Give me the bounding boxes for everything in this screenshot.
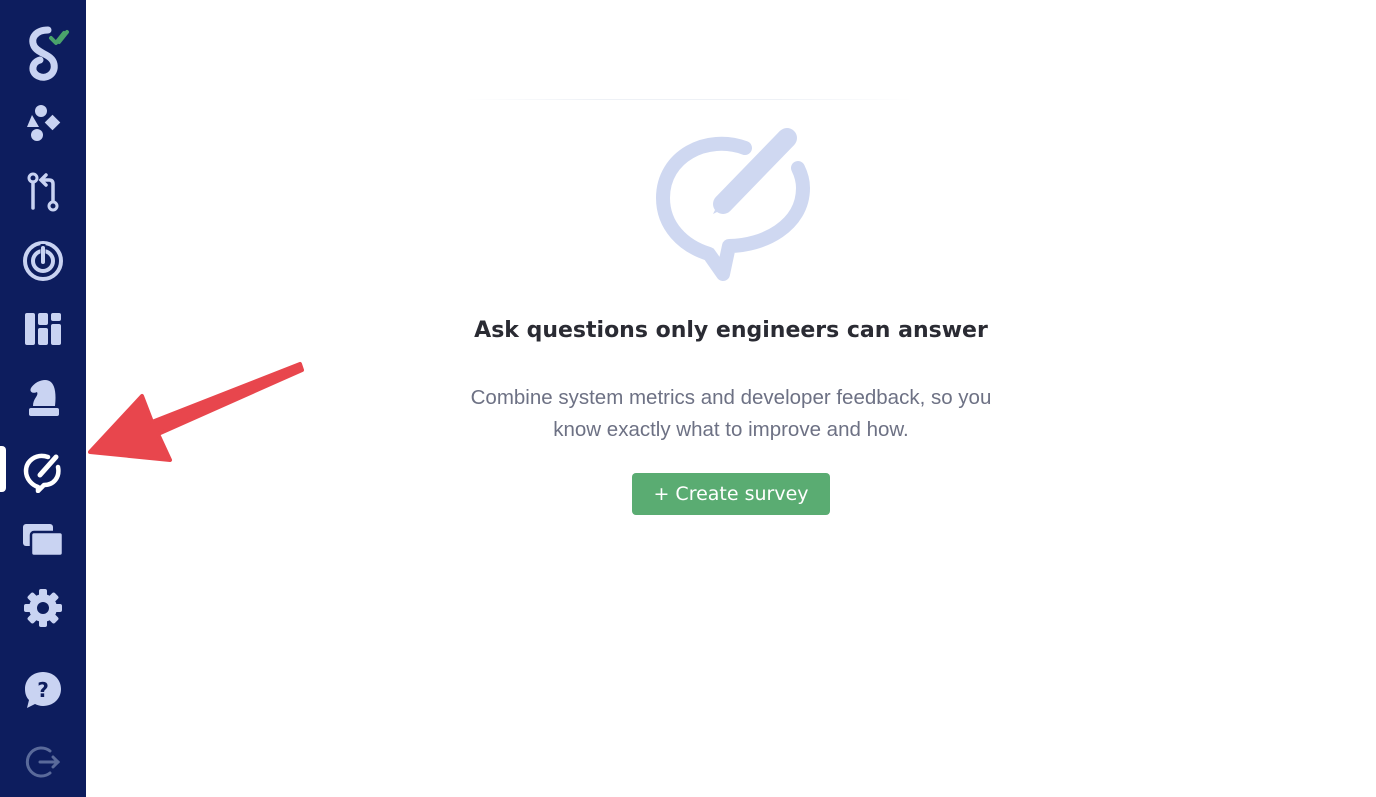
gear-icon — [24, 589, 62, 627]
app-root: ? Ask questions only engineers can answe… — [0, 0, 1376, 797]
sidebar-item-slides[interactable] — [0, 512, 86, 568]
help-icon: ? — [25, 672, 61, 708]
app-logo[interactable] — [18, 24, 76, 82]
survey-icon — [23, 453, 61, 493]
target-icon — [23, 241, 63, 281]
chess-knight-icon — [29, 380, 59, 416]
sidebar-item-logout[interactable] — [0, 734, 86, 790]
sidebar-item-dashboard[interactable] — [0, 95, 86, 151]
empty-state-description: Combine system metrics and developer fee… — [431, 382, 1031, 446]
logo-icon — [29, 26, 69, 81]
git-pull-request-icon — [27, 172, 59, 212]
sidebar-item-boards[interactable] — [0, 301, 86, 357]
empty-state-illustration — [653, 126, 813, 286]
sidebar-item-help[interactable]: ? — [0, 662, 86, 718]
sidebar-item-targets[interactable] — [0, 233, 86, 289]
main-content: Ask questions only engineers can answer … — [86, 0, 1376, 797]
divider — [464, 99, 912, 100]
survey-icon — [656, 128, 810, 281]
board-icon — [25, 313, 61, 345]
sidebar-item-pull-requests[interactable] — [0, 164, 86, 220]
logout-icon — [25, 746, 61, 778]
svg-text:?: ? — [37, 678, 49, 702]
sidebar: ? — [0, 0, 86, 797]
description-line-2: know exactly what to improve and how. — [553, 418, 909, 441]
sidebar-item-settings[interactable] — [0, 580, 86, 636]
shapes-icon — [27, 105, 61, 141]
empty-state-title: Ask questions only engineers can answer — [474, 318, 988, 343]
create-survey-button[interactable]: + Create survey — [632, 473, 830, 515]
description-line-1: Combine system metrics and developer fee… — [470, 386, 992, 409]
sidebar-item-surveys[interactable] — [0, 444, 86, 500]
sidebar-item-strategy[interactable] — [0, 370, 86, 426]
cards-icon — [23, 524, 65, 558]
